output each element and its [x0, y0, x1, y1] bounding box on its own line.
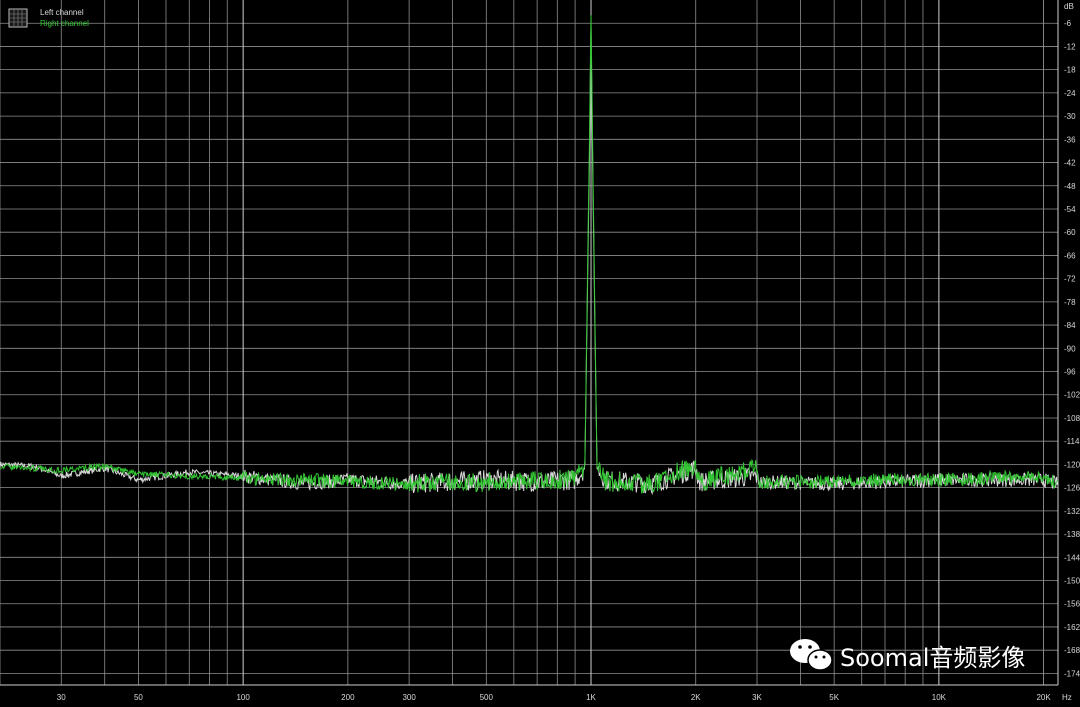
plot-background: [0, 0, 1080, 707]
x-tick-label: 500: [480, 693, 494, 702]
y-tick-label: -6: [1064, 19, 1072, 28]
y-tick-label: -54: [1064, 205, 1076, 214]
x-tick-label: 1K: [586, 693, 596, 702]
legend-right-channel: Right channel: [40, 19, 89, 28]
x-tick-label: 5K: [829, 693, 839, 702]
y-tick-label: -108: [1064, 414, 1080, 423]
y-tick-label: -30: [1064, 112, 1076, 121]
y-tick-label: -42: [1064, 159, 1076, 168]
y-tick-label: -60: [1064, 228, 1076, 237]
x-tick-label: 30: [57, 693, 66, 702]
y-tick-label: -36: [1064, 135, 1076, 144]
y-tick-label: -162: [1064, 623, 1080, 632]
x-unit-label: Hz: [1062, 693, 1072, 702]
x-tick-label: 100: [236, 693, 250, 702]
y-tick-label: -24: [1064, 89, 1076, 98]
y-unit-label: dB: [1064, 2, 1074, 11]
y-tick-label: -138: [1064, 530, 1080, 539]
y-tick-label: -72: [1064, 275, 1076, 284]
y-tick-label: -132: [1064, 507, 1080, 516]
legend-icon[interactable]: [8, 8, 28, 28]
y-tick-label: -90: [1064, 344, 1076, 353]
watermark-text: Soomal音频影像: [840, 644, 1025, 672]
y-tick-label: -120: [1064, 460, 1080, 469]
y-tick-label: -84: [1064, 321, 1076, 330]
y-tick-label: -156: [1064, 600, 1080, 609]
y-tick-label: -12: [1064, 42, 1076, 51]
y-tick-label: -102: [1064, 391, 1080, 400]
x-tick-label: 200: [341, 693, 355, 702]
y-tick-label: -18: [1064, 66, 1076, 75]
y-tick-label: -114: [1064, 437, 1080, 446]
y-tick-label: -168: [1064, 646, 1080, 655]
y-tick-label: -174: [1064, 669, 1080, 678]
y-tick-label: -96: [1064, 368, 1076, 377]
legend-left-channel: Left channel: [40, 8, 84, 17]
y-tick-label: -126: [1064, 484, 1080, 493]
x-tick-label: 2K: [691, 693, 701, 702]
x-tick-label: 20K: [1036, 693, 1051, 702]
x-tick-label: 10K: [932, 693, 947, 702]
y-tick-label: -144: [1064, 553, 1080, 562]
x-tick-label: 50: [134, 693, 143, 702]
y-tick-label: -78: [1064, 298, 1076, 307]
spectrum-chart: -6 -12 -18 -24 -30 -36 -42 -48 -54 -60 -66 -72 -78 -8…: [0, 0, 1080, 707]
y-tick-label: -66: [1064, 251, 1076, 260]
y-tick-label: -48: [1064, 182, 1076, 191]
x-tick-label: 300: [402, 693, 416, 702]
y-tick-label: -150: [1064, 577, 1080, 586]
x-tick-label: 3K: [752, 693, 762, 702]
